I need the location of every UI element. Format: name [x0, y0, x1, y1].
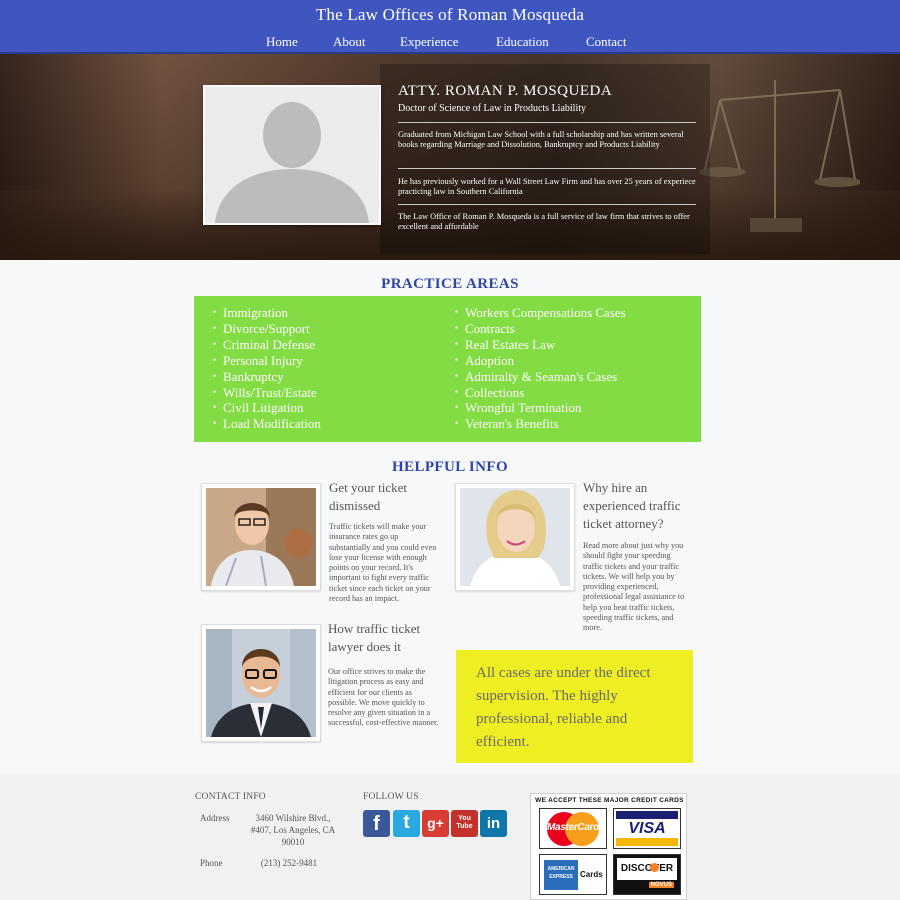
attorney-name: ATTY. ROMAN P. MOSQUEDA	[398, 83, 613, 99]
attorney-profile-photo	[203, 85, 381, 225]
hero-divider	[398, 204, 696, 205]
amex-text-line2: EXPRESS	[549, 874, 573, 880]
address-line: 3460 Wilshire Blvd.,	[255, 813, 331, 823]
american-express-logo: AMERICAN EXPRESS Cards	[539, 854, 607, 895]
smiling-blonde-woman-photo	[455, 483, 575, 591]
visa-text: VISA	[628, 820, 666, 837]
practice-item: Wills/Trust/Estate	[213, 385, 321, 401]
novus-text: NOVUS	[648, 882, 674, 888]
practice-item: Immigration	[213, 305, 321, 321]
practice-item: Wrongful Termination	[455, 400, 626, 416]
nav-contact-link[interactable]: Contact	[586, 34, 626, 50]
practice-item: Collections	[455, 385, 626, 401]
hero-banner: ATTY. ROMAN P. MOSQUEDA Doctor of Scienc…	[0, 54, 900, 260]
supervision-highlight-box: All cases are under the direct supervisi…	[456, 650, 693, 763]
discover-logo: DISCOVER NOVUS	[613, 854, 681, 895]
nav-about-link[interactable]: About	[333, 34, 366, 50]
nav-home-link[interactable]: Home	[266, 34, 298, 50]
helpful-info-heading: HELPFUL INFO	[391, 459, 509, 475]
helpful-item-body: Our office strives to make the litigatio…	[328, 667, 439, 728]
practice-item: Admiralty & Seaman's Cases	[455, 369, 626, 385]
man-in-suit-photo	[201, 624, 321, 742]
woman-with-glasses-photo	[201, 483, 321, 591]
phone-number[interactable]: (213) 252-9481	[250, 858, 328, 870]
hero-divider	[398, 168, 696, 169]
facebook-icon[interactable]: f	[363, 810, 390, 837]
site-title: The Law Offices of Roman Mosqueda	[315, 5, 585, 24]
site-footer	[0, 774, 900, 900]
practice-item: Real Estates Law	[455, 337, 626, 353]
practice-item: Veteran's Benefits	[455, 416, 626, 432]
practice-item: Adoption	[455, 353, 626, 369]
main-nav: Home About Experience Education Contact	[0, 34, 900, 52]
practice-item: Civil Litigation	[213, 400, 321, 416]
hero-bio-firm: The Law Office of Roman P. Mosqueda is a…	[398, 212, 690, 232]
mastercard-logo: MasterCard	[539, 808, 607, 849]
helpful-item-title[interactable]: How traffic ticket lawyer does it	[328, 620, 438, 656]
practice-item: Workers Compensations Cases	[455, 305, 626, 321]
hero-bio-experience: He has previously worked for a Wall Stre…	[398, 177, 696, 197]
helpful-item-title[interactable]: Why hire an experienced traffic ticket a…	[583, 479, 693, 533]
linkedin-icon[interactable]: in	[480, 810, 507, 837]
practice-item: Divorce/Support	[213, 321, 321, 337]
helpful-item-body: Read more about just why you should figh…	[583, 541, 685, 633]
address-line: #407, Los Angeles, CA	[250, 825, 336, 835]
practice-list-left: Immigration Divorce/Support Criminal Def…	[213, 305, 321, 432]
helpful-item-body: Traffic tickets will make your insurance…	[329, 522, 437, 604]
youtube-icon[interactable]: You Tube	[451, 810, 478, 837]
phone-label: Phone	[200, 858, 223, 868]
credit-cards-title: WE ACCEPT THESE MAJOR CREDIT CARDS	[535, 797, 684, 804]
practice-list-right: Workers Compensations Cases Contracts Re…	[455, 305, 626, 432]
visa-logo: VISA	[613, 808, 681, 849]
contact-info-heading: CONTACT INFO	[195, 792, 266, 802]
twitter-icon[interactable]: t	[393, 810, 420, 837]
practice-item: Personal Injury	[213, 353, 321, 369]
hero-divider	[398, 122, 696, 123]
profile-placeholder-icon	[215, 102, 369, 223]
hero-bio-education: Graduated from Michigan Law School with …	[398, 130, 684, 150]
discover-text: DISCOVER	[620, 863, 674, 874]
practice-item: Contracts	[455, 321, 626, 337]
amex-text-line1: AMERICAN	[547, 866, 575, 872]
address-line: 90010	[281, 837, 305, 847]
practice-item: Load Modification	[213, 416, 321, 432]
nav-education-link[interactable]: Education	[496, 34, 549, 50]
attorney-degree: Doctor of Science of Law in Products Lia…	[398, 103, 587, 114]
practice-item: Bankruptcy	[213, 369, 321, 385]
address-label: Address	[200, 813, 230, 823]
site-header: The Law Offices of Roman Mosqueda Home A…	[0, 0, 900, 54]
practice-areas-box: Immigration Divorce/Support Criminal Def…	[194, 296, 701, 442]
helpful-item-title[interactable]: Get your ticket dismissed	[329, 479, 444, 515]
practice-areas-heading: PRACTICE AREAS	[381, 276, 519, 292]
practice-item: Criminal Defense	[213, 337, 321, 353]
google-plus-icon[interactable]: g+	[422, 810, 449, 837]
mastercard-text: MasterCard	[546, 822, 600, 833]
follow-us-heading: FOLLOW US	[363, 792, 419, 802]
credit-cards-panel: WE ACCEPT THESE MAJOR CREDIT CARDS Maste…	[530, 793, 687, 900]
supervision-highlight-text: All cases are under the direct supervisi…	[476, 665, 651, 750]
nav-experience-link[interactable]: Experience	[400, 34, 458, 50]
amex-cards-text: Cards	[580, 870, 603, 879]
scales-of-justice-image	[700, 80, 860, 232]
